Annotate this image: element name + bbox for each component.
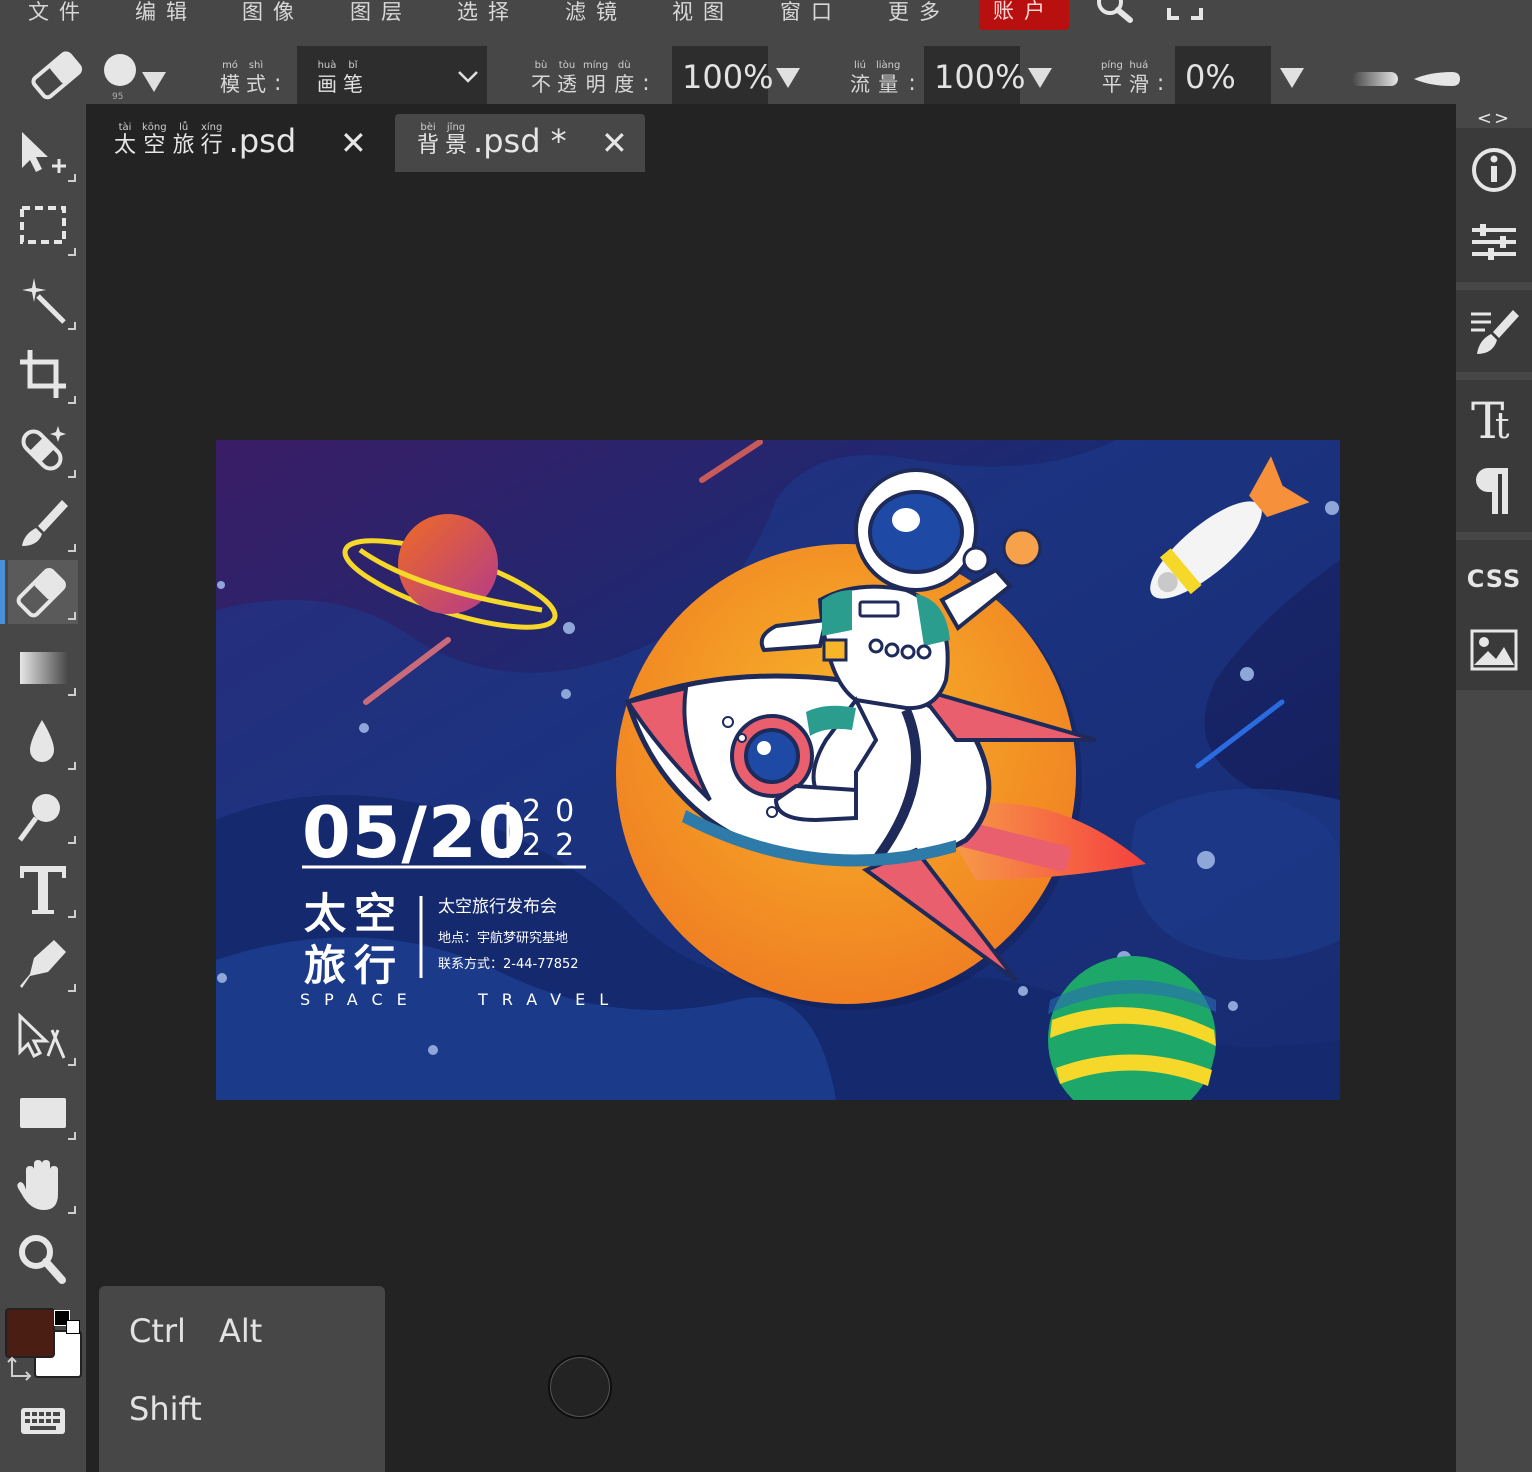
ctrl-key[interactable]: Ctrl xyxy=(129,1312,186,1350)
airbrush-soft-icon[interactable] xyxy=(1350,68,1400,92)
zoom-icon xyxy=(19,1235,66,1284)
panel-group-info xyxy=(1456,128,1532,282)
panel-group-brush xyxy=(1456,290,1532,372)
menu-window[interactable]: 窗口 xyxy=(780,0,842,26)
brush-size: 95 xyxy=(112,92,124,102)
smooth-input[interactable]: 0% xyxy=(1175,46,1271,104)
panel-group-assets: CSS xyxy=(1456,540,1532,690)
canvas-document[interactable]: 05/20 20 22 太空 旅行 太空旅行发布会 地点：宇航梦研究基地 联系方… xyxy=(216,440,1340,1100)
crop-tool[interactable] xyxy=(8,344,78,408)
tab-background[interactable]: bèi 背 jǐng 景 .psd * ✕ xyxy=(395,114,645,172)
character-button[interactable]: Tt xyxy=(1456,390,1532,446)
color-swatches xyxy=(0,1300,86,1390)
menu-layer[interactable]: 图层 xyxy=(350,0,412,26)
brush-tool[interactable] xyxy=(8,492,78,556)
shift-key[interactable]: Shift xyxy=(129,1390,202,1428)
adjust-icon xyxy=(1472,224,1516,260)
brush-cursor xyxy=(548,1355,612,1419)
options-bar: 95 mó 模 shì 式 : huà 画 bǐ 笔 bù 不 tòu 透 míng 明 dù… xyxy=(0,30,1532,104)
poster-event: 太空旅行发布会 xyxy=(438,897,557,917)
search-icon[interactable] xyxy=(1090,0,1140,26)
marquee-tool[interactable] xyxy=(8,196,78,260)
menu-edit[interactable]: 编辑 xyxy=(135,0,197,26)
path-select-tool[interactable] xyxy=(8,1006,78,1070)
opacity-dropdown-icon[interactable] xyxy=(776,68,800,88)
paragraph-button[interactable] xyxy=(1456,462,1532,518)
image-button[interactable] xyxy=(1456,624,1532,676)
hand-tool[interactable] xyxy=(8,1154,78,1218)
menu-select[interactable]: 选择 xyxy=(457,0,519,26)
flow-label: liú 流 liàng 量 : xyxy=(850,60,916,96)
smooth-dropdown-icon[interactable] xyxy=(1280,68,1304,88)
opacity-label: bù 不 tòu 透 míng 明 dù 度 : xyxy=(531,60,650,96)
poster-contact: 联系方式：2-44-77852 xyxy=(438,957,579,972)
poster-subtitle: SPACE TRAVEL xyxy=(300,990,623,1009)
tab-close-button[interactable]: ✕ xyxy=(340,124,367,162)
panel-group-type: Tt xyxy=(1456,380,1532,532)
adjustments-button[interactable] xyxy=(1456,216,1532,268)
menu-image[interactable]: 图像 xyxy=(242,0,304,26)
right-panels: <> Tt CSS xyxy=(1456,104,1532,1472)
fullscreen-icon[interactable] xyxy=(1165,0,1205,26)
chevron-down-icon xyxy=(142,72,166,92)
tools-panel xyxy=(0,104,86,1472)
mode-label: mó 模 shì 式 : xyxy=(220,60,282,96)
healing-tool[interactable] xyxy=(8,418,78,482)
mode-select[interactable]: huà 画 bǐ 笔 xyxy=(297,46,487,104)
character-icon: Tt xyxy=(1471,392,1510,446)
account-button[interactable]: 账户 xyxy=(979,0,1069,30)
foreground-color-swatch[interactable] xyxy=(5,1308,55,1358)
menu-bar: 文件 编辑 图像 图层 选择 滤镜 视图 窗口 更多 账户 xyxy=(0,0,1532,30)
alt-key[interactable]: Alt xyxy=(219,1312,262,1350)
zoom-tool[interactable] xyxy=(8,1228,78,1292)
smooth-label: píng 平 huá 滑 : xyxy=(1101,60,1165,96)
image-icon xyxy=(1470,629,1518,671)
type-tool[interactable] xyxy=(8,858,78,922)
brush-settings-button[interactable] xyxy=(1456,304,1532,358)
css-button[interactable]: CSS xyxy=(1456,554,1532,604)
tab-close-button[interactable]: ✕ xyxy=(601,124,628,162)
flow-input[interactable]: 100% xyxy=(924,46,1025,104)
magic-wand-tool[interactable] xyxy=(8,270,78,334)
menu-filter[interactable]: 滤镜 xyxy=(565,0,627,26)
poster-year-top: 20 xyxy=(522,794,589,829)
paragraph-icon xyxy=(1476,468,1508,514)
airbrush-hard-icon[interactable] xyxy=(1410,66,1462,92)
menu-more[interactable]: 更多 xyxy=(888,0,950,26)
rectangle-tool[interactable] xyxy=(8,1080,78,1144)
info-icon xyxy=(1472,148,1516,192)
blur-tool[interactable] xyxy=(8,710,78,774)
pen-tool[interactable] xyxy=(8,932,78,996)
eraser-tool[interactable] xyxy=(0,560,78,624)
poster-title-line2: 旅行 xyxy=(304,941,405,990)
brush-tip-preview xyxy=(104,54,136,86)
svg-text:t: t xyxy=(1495,406,1510,446)
poster-location: 地点：宇航梦研究基地 xyxy=(438,931,569,946)
poster-year-bottom: 22 xyxy=(522,828,589,863)
swap-colors-icon[interactable] xyxy=(6,1356,34,1382)
menu-file[interactable]: 文件 xyxy=(28,0,90,26)
eraser-icon[interactable] xyxy=(26,48,88,100)
tab-space-travel[interactable]: tài 太 kōng 空 lǚ 旅 xíng 行 .psd ✕ xyxy=(86,114,386,172)
keyboard-icon[interactable] xyxy=(20,1406,66,1436)
brush-settings-icon xyxy=(1471,310,1519,354)
poster-date: 05/20 xyxy=(302,792,528,874)
chevron-down-icon xyxy=(458,71,478,83)
flow-dropdown-icon[interactable] xyxy=(1028,68,1052,88)
dodge-tool[interactable] xyxy=(8,784,78,848)
document-tabs: tài 太 kōng 空 lǚ 旅 xíng 行 .psd ✕ bèi 背 jǐng 景 .… xyxy=(86,104,1456,174)
move-tool[interactable] xyxy=(8,122,78,186)
opacity-input[interactable]: 100% xyxy=(672,46,773,104)
menu-view[interactable]: 视图 xyxy=(672,0,734,26)
modifier-keys-panel: Ctrl Alt Shift xyxy=(99,1286,385,1472)
info-button[interactable] xyxy=(1456,144,1532,196)
panel-collapse-toggle[interactable]: <> xyxy=(1456,108,1532,129)
gradient-tool[interactable] xyxy=(8,636,78,700)
